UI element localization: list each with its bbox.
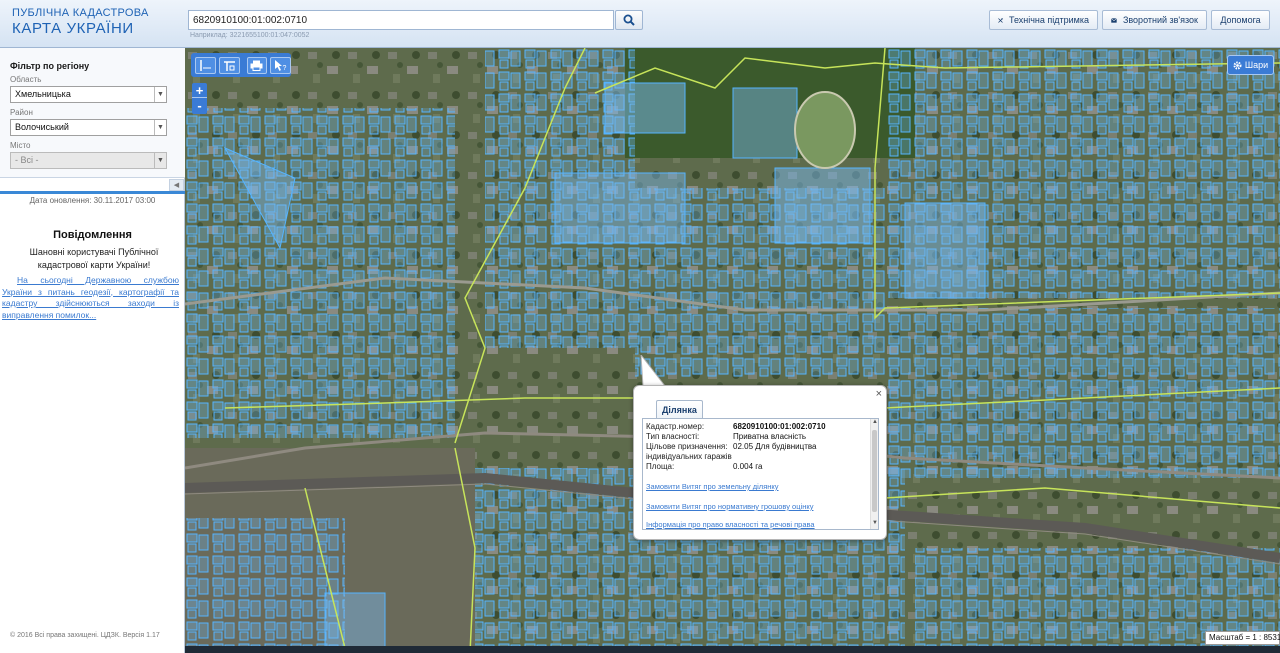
map-view[interactable]: ? + - Шари × Ділянка Кадастр.номер: 6820…	[185, 48, 1280, 653]
notice-title: Повідомлення	[53, 229, 132, 241]
gear-icon	[1233, 61, 1242, 69]
chevron-left-icon: ◀	[173, 182, 180, 189]
tools-icon	[998, 17, 1003, 23]
purpose-value-cont: індивідуальних гаражів	[646, 452, 732, 461]
help-button[interactable]: Допомога	[1211, 10, 1270, 30]
update-date: Дата оновлення: 30.11.2017 03:00	[29, 196, 156, 205]
ownership-info-link[interactable]: Інформація про право власності та речові…	[646, 520, 815, 529]
order-extract-link[interactable]: Замовити Витяг про земельну ділянку	[646, 482, 779, 491]
collapse-sidebar-button[interactable]: ◀	[169, 179, 184, 191]
support-label: Технічна підтримка	[1008, 15, 1089, 25]
cadastral-value: 6820910100:01:002:0710	[733, 422, 826, 431]
popup-scrollbar[interactable]: ▲ ▼	[870, 419, 878, 529]
region-filter: Фільтр по регіону Область Хмельницька ▼ …	[0, 48, 185, 178]
chevron-down-icon: ▼	[154, 120, 166, 135]
chevron-down-icon: ▼	[154, 153, 166, 168]
print-button[interactable]	[246, 56, 268, 74]
cadastral-label: Кадастр.номер:	[646, 422, 705, 431]
popup-pointer	[640, 355, 667, 387]
layers-label: Шари	[1244, 60, 1269, 70]
search-hint: Наприклад: 3221655100:01:047:0052	[190, 32, 310, 39]
envelope-icon	[1111, 17, 1117, 23]
sidebar: Фільтр по регіону Область Хмельницька ▼ …	[0, 48, 185, 653]
ownership-label: Тип власності:	[646, 432, 700, 441]
scroll-down-icon[interactable]: ▼	[871, 520, 878, 526]
ruler-icon	[200, 59, 211, 71]
city-value: - Всі -	[15, 155, 39, 165]
satellite-imagery	[185, 48, 1280, 653]
order-valuation-link[interactable]: Замовити Витяг про нормативну грошову оц…	[646, 502, 813, 511]
search-input[interactable]	[188, 10, 614, 30]
header: ПУБЛІЧНА КАДАСТРОВА КАРТА УКРАЇНИ Наприк…	[0, 0, 1280, 48]
tab-parcel[interactable]: Ділянка	[656, 400, 703, 419]
region-value: Хмельницька	[15, 89, 71, 99]
feedback-label: Зворотний зв'язок	[1122, 15, 1198, 25]
measure-area-button[interactable]	[218, 56, 240, 74]
measure-line-button[interactable]	[195, 56, 216, 74]
region-select[interactable]: Хмельницька ▼	[10, 86, 167, 103]
district-label: Район	[10, 108, 33, 117]
zoom-in-button[interactable]: +	[192, 83, 207, 98]
filter-title: Фільтр по регіону	[10, 61, 90, 71]
svg-text:?: ?	[283, 65, 287, 71]
cursor-help-icon: ?	[275, 59, 287, 71]
close-icon[interactable]: ×	[876, 388, 882, 400]
help-label: Допомога	[1220, 15, 1261, 25]
map-footer-strip	[185, 646, 1280, 653]
notice-intro: Шановні користувачі Публічної кадастрово…	[29, 247, 159, 270]
layers-button[interactable]: Шари	[1227, 55, 1274, 75]
scroll-thumb[interactable]	[872, 430, 877, 512]
city-select[interactable]: - Всі - ▼	[10, 152, 167, 169]
area-value: 0.004 га	[733, 462, 763, 471]
city-label: Місто	[10, 141, 31, 150]
identify-button[interactable]: ?	[270, 56, 291, 74]
copyright: © 2016 Всі права захищені. ЦДЗК. Версія …	[10, 632, 160, 639]
logo[interactable]: ПУБЛІЧНА КАДАСТРОВА КАРТА УКРАЇНИ	[12, 7, 149, 37]
purpose-value: 02.05 Для будівництва	[733, 442, 817, 451]
district-select[interactable]: Волочиський ▼	[10, 119, 167, 136]
logo-line2: КАРТА УКРАЇНИ	[12, 20, 134, 37]
area-label: Площа:	[646, 462, 675, 471]
search-icon	[623, 14, 635, 26]
zoom-out-button[interactable]: -	[192, 98, 207, 113]
purpose-label: Цільове призначення:	[646, 442, 728, 451]
zoom-control: + -	[192, 83, 207, 114]
district-value: Волочиський	[15, 122, 69, 132]
chevron-down-icon: ▼	[154, 87, 166, 102]
notice-link[interactable]: На сьогодні Державною службою України з …	[2, 275, 179, 321]
logo-line1: ПУБЛІЧНА КАДАСТРОВА	[12, 7, 149, 19]
sidebar-divider	[0, 191, 185, 194]
parcel-popup: × Ділянка Кадастр.номер: 6820910100:01:0…	[633, 385, 887, 540]
search-button[interactable]	[615, 10, 643, 30]
map-toolbar: ?	[191, 53, 291, 77]
scale-indicator: Масштаб = 1 : 8531	[1205, 631, 1280, 645]
printer-icon	[250, 60, 263, 71]
support-button[interactable]: Технічна підтримка	[989, 10, 1098, 30]
scroll-up-icon[interactable]: ▲	[871, 419, 878, 425]
popup-body: Кадастр.номер: 6820910100:01:002:0710 Ти…	[642, 418, 879, 530]
area-ruler-icon	[223, 60, 235, 71]
feedback-button[interactable]: Зворотний зв'язок	[1102, 10, 1207, 30]
region-label: Область	[10, 75, 42, 84]
ownership-value: Приватна власність	[733, 432, 807, 441]
